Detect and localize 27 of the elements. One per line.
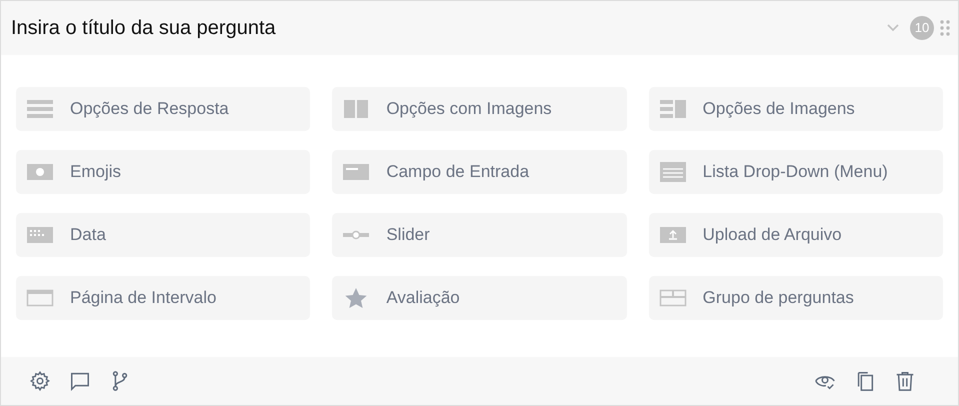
question-type-option[interactable]: Emojis — [16, 150, 310, 194]
group-icon — [658, 287, 687, 309]
settings-button[interactable] — [29, 370, 51, 392]
calendar-icon — [26, 224, 54, 246]
list-image-icon — [658, 98, 687, 120]
page-break-icon — [26, 287, 54, 309]
question-type-option[interactable]: Slider — [332, 213, 627, 257]
emoji-icon — [26, 161, 54, 183]
question-type-option[interactable]: Página de Intervalo — [16, 276, 310, 320]
list-icon — [26, 98, 54, 120]
question-type-option[interactable]: Opções de Resposta — [16, 87, 310, 131]
comment-button[interactable] — [69, 370, 91, 392]
question-type-option[interactable]: Opções com Imagens — [332, 87, 627, 131]
question-type-option[interactable]: Lista Drop-Down (Menu) — [648, 150, 943, 194]
delete-button[interactable] — [894, 370, 916, 392]
question-type-option[interactable]: Data — [16, 213, 310, 257]
question-number: 10 — [910, 16, 934, 40]
dropdown-icon — [658, 161, 687, 183]
input-field-icon — [342, 161, 370, 183]
question-type-option[interactable]: Grupo de perguntas — [648, 276, 943, 320]
question-type-option[interactable]: Opções de Imagens — [648, 87, 943, 131]
upload-icon — [658, 224, 687, 246]
drag-handle-icon[interactable] — [940, 19, 950, 37]
images-icon — [342, 98, 370, 120]
question-type-option[interactable]: Campo de Entrada — [332, 150, 627, 194]
question-type-option[interactable]: Avaliação — [332, 276, 627, 320]
question-type-option[interactable]: Upload de Arquivo — [648, 213, 943, 257]
